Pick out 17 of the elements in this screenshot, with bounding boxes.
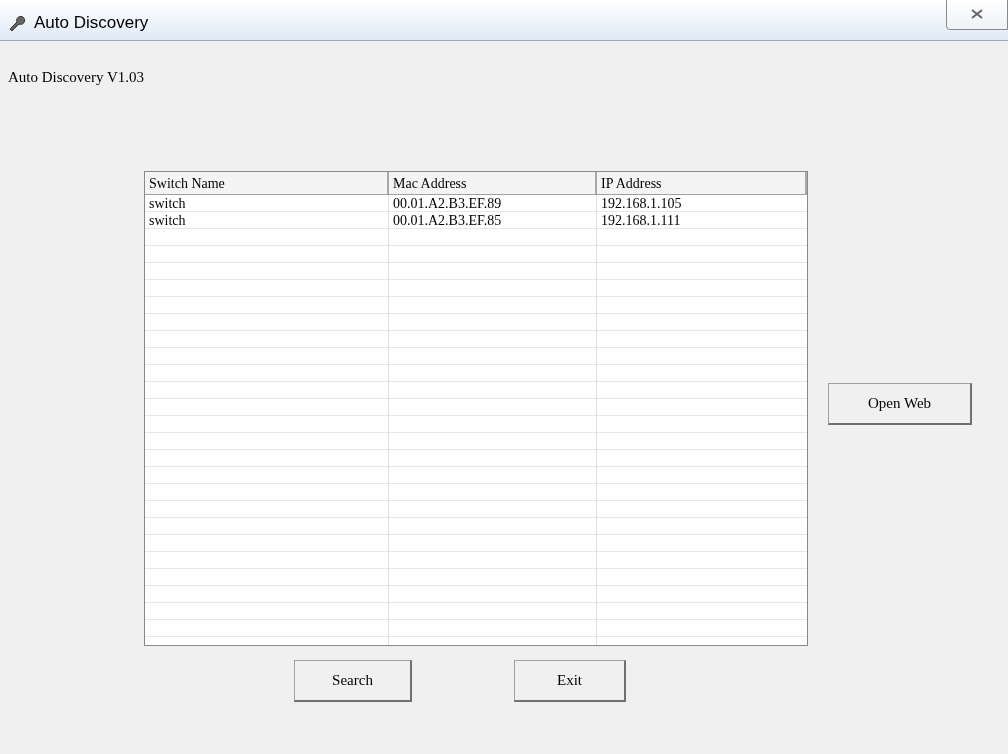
- table-cell-text: 00.01.A2.B3.EF.89: [392, 195, 503, 212]
- table-cell-text: 192.168.1.105: [600, 195, 683, 212]
- window-title: Auto Discovery: [34, 12, 149, 35]
- push-button[interactable]: Search: [294, 660, 412, 702]
- column-header[interactable]: IP Address: [597, 172, 807, 194]
- column-header[interactable]: Switch Name: [145, 172, 389, 194]
- wrench-icon: [8, 14, 26, 32]
- table-cell-text: switch: [148, 195, 187, 212]
- table-cell-text: 192.168.1.111: [600, 212, 682, 229]
- table-cell-text: switch: [148, 212, 187, 229]
- column-header[interactable]: Mac Address: [389, 172, 597, 194]
- close-icon: [971, 9, 983, 19]
- close-button[interactable]: [946, 0, 1008, 30]
- push-button[interactable]: Open Web: [828, 383, 972, 425]
- table-cell-text: 00.01.A2.B3.EF.85: [392, 212, 503, 229]
- version-label: Auto Discovery V1.03: [8, 69, 144, 85]
- push-button[interactable]: Exit: [514, 660, 626, 702]
